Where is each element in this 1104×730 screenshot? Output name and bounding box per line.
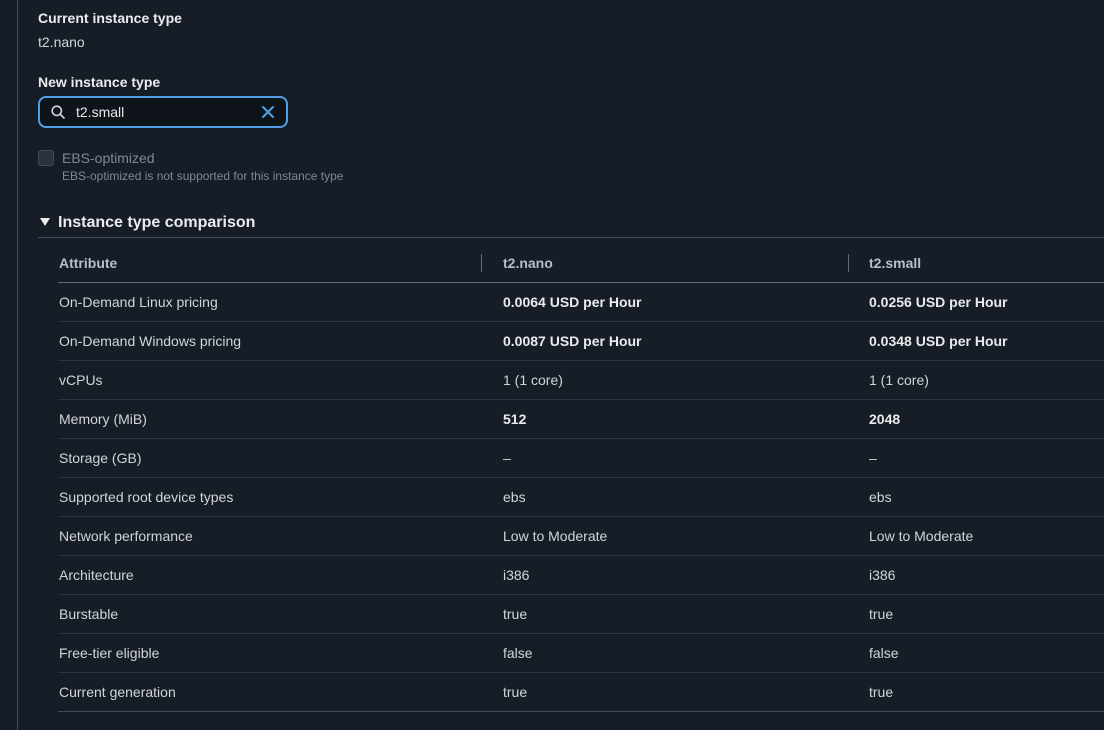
row-value-current: Low to Moderate xyxy=(503,528,608,544)
row-attribute: On-Demand Windows pricing xyxy=(59,333,242,349)
row-value-current: – xyxy=(503,450,511,466)
row-attribute: Architecture xyxy=(59,567,134,583)
row-value-new: – xyxy=(869,450,877,466)
table-row: Free-tier eligible false false xyxy=(58,634,1104,673)
current-instance-type-label: Current instance type xyxy=(38,10,182,26)
column-header-new: t2.small xyxy=(869,255,922,271)
table-row: Current generation true true xyxy=(58,673,1104,712)
table-row: Network performance Low to Moderate Low to… xyxy=(58,517,1104,556)
row-value-new: 0.0256 USD per Hour xyxy=(869,294,1008,310)
divider xyxy=(38,237,1104,238)
modify-instance-type-panel: Current instance type t2.nano New instan… xyxy=(0,0,1104,730)
row-value-current: 0.0087 USD per Hour xyxy=(503,333,642,349)
row-attribute: Network performance xyxy=(59,528,193,544)
column-header-attribute: Attribute xyxy=(59,255,118,271)
row-value-current: i386 xyxy=(503,567,530,583)
table-row: Supported root device types ebs ebs xyxy=(58,478,1104,517)
new-instance-type-label: New instance type xyxy=(38,74,161,90)
row-attribute: Free-tier eligible xyxy=(59,645,160,661)
panel-border xyxy=(17,0,18,730)
row-value-current: true xyxy=(503,606,528,622)
row-value-current: 1 (1 core) xyxy=(503,372,563,388)
ebs-optimized-label: EBS-optimized xyxy=(62,150,155,166)
row-value-new: true xyxy=(869,606,894,622)
row-attribute: On-Demand Linux pricing xyxy=(59,294,218,310)
ebs-optimized-checkbox[interactable] xyxy=(38,150,54,166)
panel-content: Current instance type t2.nano New instan… xyxy=(38,0,1104,730)
column-divider[interactable] xyxy=(848,254,849,272)
comparison-title: Instance type comparison xyxy=(58,214,256,231)
table-row: Burstable true true xyxy=(58,595,1104,634)
row-value-current: 512 xyxy=(503,411,527,427)
table-header-row: Attribute t2.nano t2.small xyxy=(58,244,1104,283)
table-body: On-Demand Linux pricing 0.0064 USD per Ho… xyxy=(58,283,1104,712)
row-value-new: ebs xyxy=(869,489,892,505)
instance-type-search-input[interactable] xyxy=(76,102,246,122)
search-icon xyxy=(51,105,65,119)
row-value-new: 2048 xyxy=(869,411,901,427)
close-icon[interactable] xyxy=(260,104,276,120)
row-value-new: Low to Moderate xyxy=(869,528,974,544)
table-row: Memory (MiB) 512 2048 xyxy=(58,400,1104,439)
table-row: vCPUs 1 (1 core) 1 (1 core) xyxy=(58,361,1104,400)
table-row: On-Demand Windows pricing 0.0087 USD per … xyxy=(58,322,1104,361)
column-divider[interactable] xyxy=(481,254,482,272)
caret-down-icon xyxy=(40,218,50,226)
current-instance-type-value: t2.nano xyxy=(38,34,85,50)
row-value-current: ebs xyxy=(503,489,526,505)
instance-type-search-box[interactable] xyxy=(38,96,288,128)
row-value-current: false xyxy=(503,645,533,661)
row-attribute: Memory (MiB) xyxy=(59,411,147,427)
row-value-current: 0.0064 USD per Hour xyxy=(503,294,642,310)
column-header-current: t2.nano xyxy=(503,255,553,271)
comparison-table: Attribute t2.nano t2.small On-Demand Lin… xyxy=(58,244,1104,712)
row-attribute: Supported root device types xyxy=(59,489,234,505)
table-row: Storage (GB) – – xyxy=(58,439,1104,478)
table-row: Architecture i386 i386 xyxy=(58,556,1104,595)
row-value-new: true xyxy=(869,684,894,700)
row-value-new: i386 xyxy=(869,567,896,583)
row-value-current: true xyxy=(503,684,528,700)
row-attribute: Storage (GB) xyxy=(59,450,142,466)
row-value-new: 1 (1 core) xyxy=(869,372,929,388)
row-value-new: 0.0348 USD per Hour xyxy=(869,333,1008,349)
row-value-new: false xyxy=(869,645,899,661)
table-row: On-Demand Linux pricing 0.0064 USD per Ho… xyxy=(58,283,1104,322)
ebs-optimized-description: EBS-optimized is not supported for this … xyxy=(62,169,344,183)
row-attribute: vCPUs xyxy=(59,372,103,388)
row-attribute: Burstable xyxy=(59,606,119,622)
row-attribute: Current generation xyxy=(59,684,176,700)
